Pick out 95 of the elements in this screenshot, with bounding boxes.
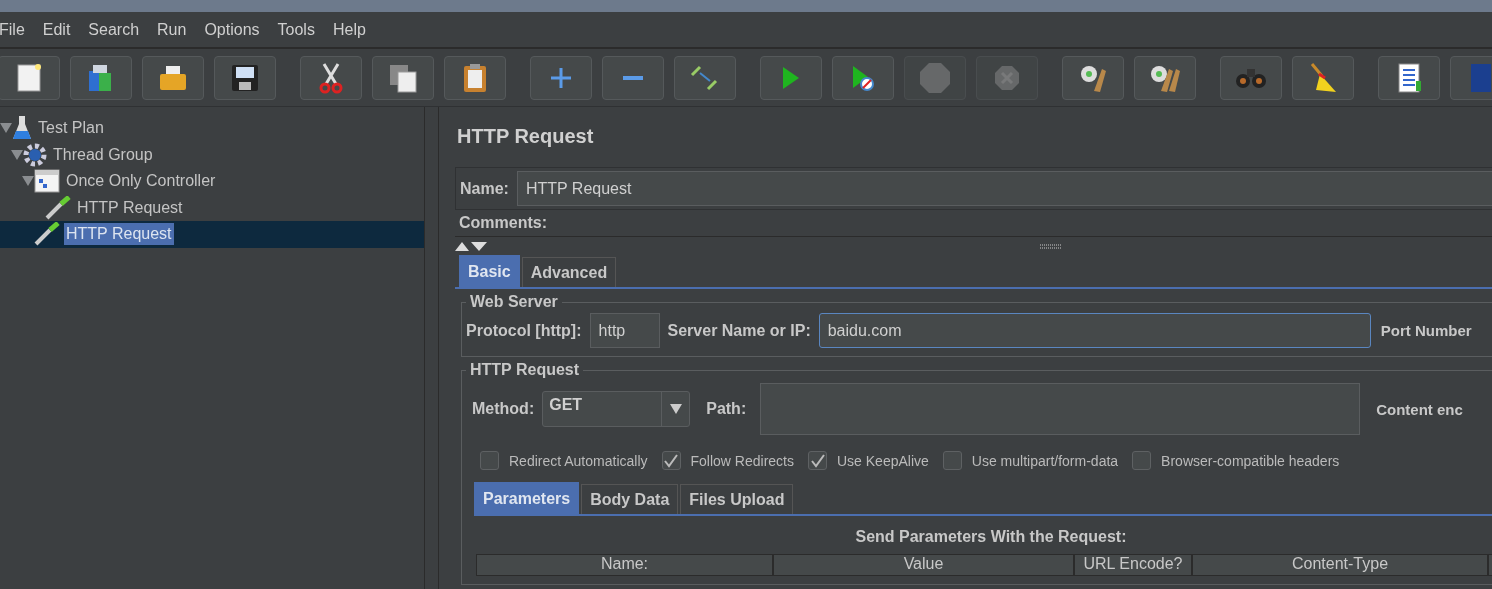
menu-item[interactable]: Options: [204, 20, 269, 39]
tree-row[interactable]: HTTP Request: [0, 194, 424, 221]
comments-area[interactable]: Comments:: [455, 210, 1492, 237]
flask-icon: [12, 115, 32, 142]
name-field[interactable]: HTTP Request: [516, 171, 1492, 206]
toolbar-button[interactable]: [1062, 55, 1124, 100]
toolbar-button[interactable]: [1378, 55, 1440, 100]
expand-caret-icon[interactable]: [0, 123, 12, 134]
cross-octagon-icon: [994, 64, 1020, 91]
toolbar-button[interactable]: [832, 55, 894, 100]
server-label: Server Name or IP:: [667, 321, 811, 340]
scissors-icon: [318, 61, 344, 94]
dropdown-caret-icon: [669, 404, 682, 414]
minus-icon: [622, 74, 644, 81]
checkbox[interactable]: [661, 451, 681, 470]
drag-handle-icon[interactable]: [1040, 243, 1062, 249]
column-header[interactable]: URL Encode?: [1074, 554, 1192, 576]
protocol-field[interactable]: http: [589, 313, 660, 348]
broom-icon: [1308, 61, 1338, 94]
toolbar-button[interactable]: [70, 55, 132, 100]
expand-caret-icon[interactable]: [11, 149, 23, 160]
checkbox-option[interactable]: Browser-compatible headers: [1132, 451, 1340, 470]
notepad-icon: [1396, 62, 1422, 93]
tree-row[interactable]: Once Only Controller: [0, 168, 424, 195]
group-legend: HTTP Request: [466, 361, 584, 379]
check-icon: [809, 452, 826, 469]
tree-row[interactable]: Thread Group: [0, 141, 424, 168]
tab[interactable]: Body Data: [581, 484, 679, 514]
gear-icon: [23, 142, 47, 167]
menu-item[interactable]: Edit: [42, 20, 80, 39]
play-no-pause-icon: [852, 64, 874, 91]
check-icon: [663, 452, 679, 469]
checkbox[interactable]: [942, 451, 962, 470]
binoculars-icon: [1235, 66, 1267, 89]
plus-icon: [550, 66, 572, 89]
checkbox-option[interactable]: Redirect Automatically: [480, 451, 648, 470]
toolbar-button[interactable]: [142, 55, 204, 100]
menu-item[interactable]: Run: [157, 20, 196, 39]
pipette-icon: [34, 222, 60, 247]
collapse-arrows-icon[interactable]: [455, 241, 487, 251]
protocol-label: Protocol [http]:: [466, 321, 582, 340]
table-title: Send Parameters With the Request:: [854, 527, 1128, 547]
blank-page-icon: [16, 62, 42, 93]
tree-node-label: Thread Group: [52, 144, 154, 165]
play-icon: [782, 65, 800, 90]
path-label: Path:: [706, 400, 747, 418]
toolbar-button[interactable]: [214, 55, 276, 100]
comments-label: Comments:: [459, 214, 547, 232]
controller-window-icon: [34, 169, 60, 194]
toolbar-button[interactable]: [0, 55, 60, 100]
clipboard-icon: [463, 62, 487, 93]
toolbar-button[interactable]: [1134, 55, 1196, 100]
toolbar-button[interactable]: [444, 55, 506, 100]
checkbox-option[interactable]: Use KeepAlive: [808, 451, 929, 470]
toolbar-button[interactable]: [300, 55, 362, 100]
column-header[interactable]: Value: [773, 554, 1074, 576]
tree-row[interactable]: HTTP Request: [0, 221, 424, 248]
tree-node-label: Once Only Controller: [65, 171, 217, 192]
column-header[interactable]: Name:: [476, 554, 773, 576]
column-header[interactable]: Content-Type: [1192, 554, 1488, 576]
toolbar-button[interactable]: [1292, 55, 1354, 100]
folder-icon: [158, 64, 188, 91]
method-dropdown[interactable]: GET: [542, 391, 691, 427]
toggle-pipettes-icon: [690, 64, 720, 91]
checkbox-option[interactable]: Use multipart/form-data: [942, 451, 1119, 470]
panel-title: HTTP Request: [456, 125, 595, 149]
port-label: Port Number: [1380, 322, 1472, 339]
menu-item[interactable]: Help: [332, 20, 375, 39]
tree-node-label: HTTP Request: [76, 197, 184, 218]
menu-item[interactable]: Tools: [277, 20, 324, 39]
tab[interactable]: Basic: [459, 255, 520, 287]
server-field[interactable]: baidu.com: [818, 313, 1371, 348]
expand-caret-icon[interactable]: [22, 176, 34, 187]
tree-node-label: HTTP Request: [64, 223, 174, 246]
checkbox-option[interactable]: Follow Redirects: [661, 451, 794, 470]
pipette-icon: [45, 195, 71, 220]
checkbox[interactable]: [808, 451, 827, 470]
stop-sign-icon: [919, 61, 951, 94]
method-label: Method:: [472, 400, 535, 418]
checkbox[interactable]: [480, 451, 499, 470]
content-encoding-label: Content enc: [1376, 400, 1463, 418]
tab[interactable]: Files Upload: [680, 484, 794, 514]
menu-item[interactable]: File: [0, 20, 34, 39]
path-field[interactable]: [760, 383, 1361, 435]
toolbar-button[interactable]: [372, 55, 434, 100]
tree-row[interactable]: Test Plan: [0, 115, 424, 142]
tree-node-label: Test Plan: [37, 118, 105, 139]
group-legend: Web Server: [466, 293, 562, 311]
tab[interactable]: Advanced: [521, 257, 617, 287]
name-label: Name:: [460, 179, 509, 198]
checkbox[interactable]: [1132, 451, 1152, 470]
copy-icon: [388, 62, 418, 93]
menu-item[interactable]: Search: [88, 20, 149, 39]
book-icon: [1470, 62, 1492, 93]
tab[interactable]: Parameters: [474, 482, 580, 514]
